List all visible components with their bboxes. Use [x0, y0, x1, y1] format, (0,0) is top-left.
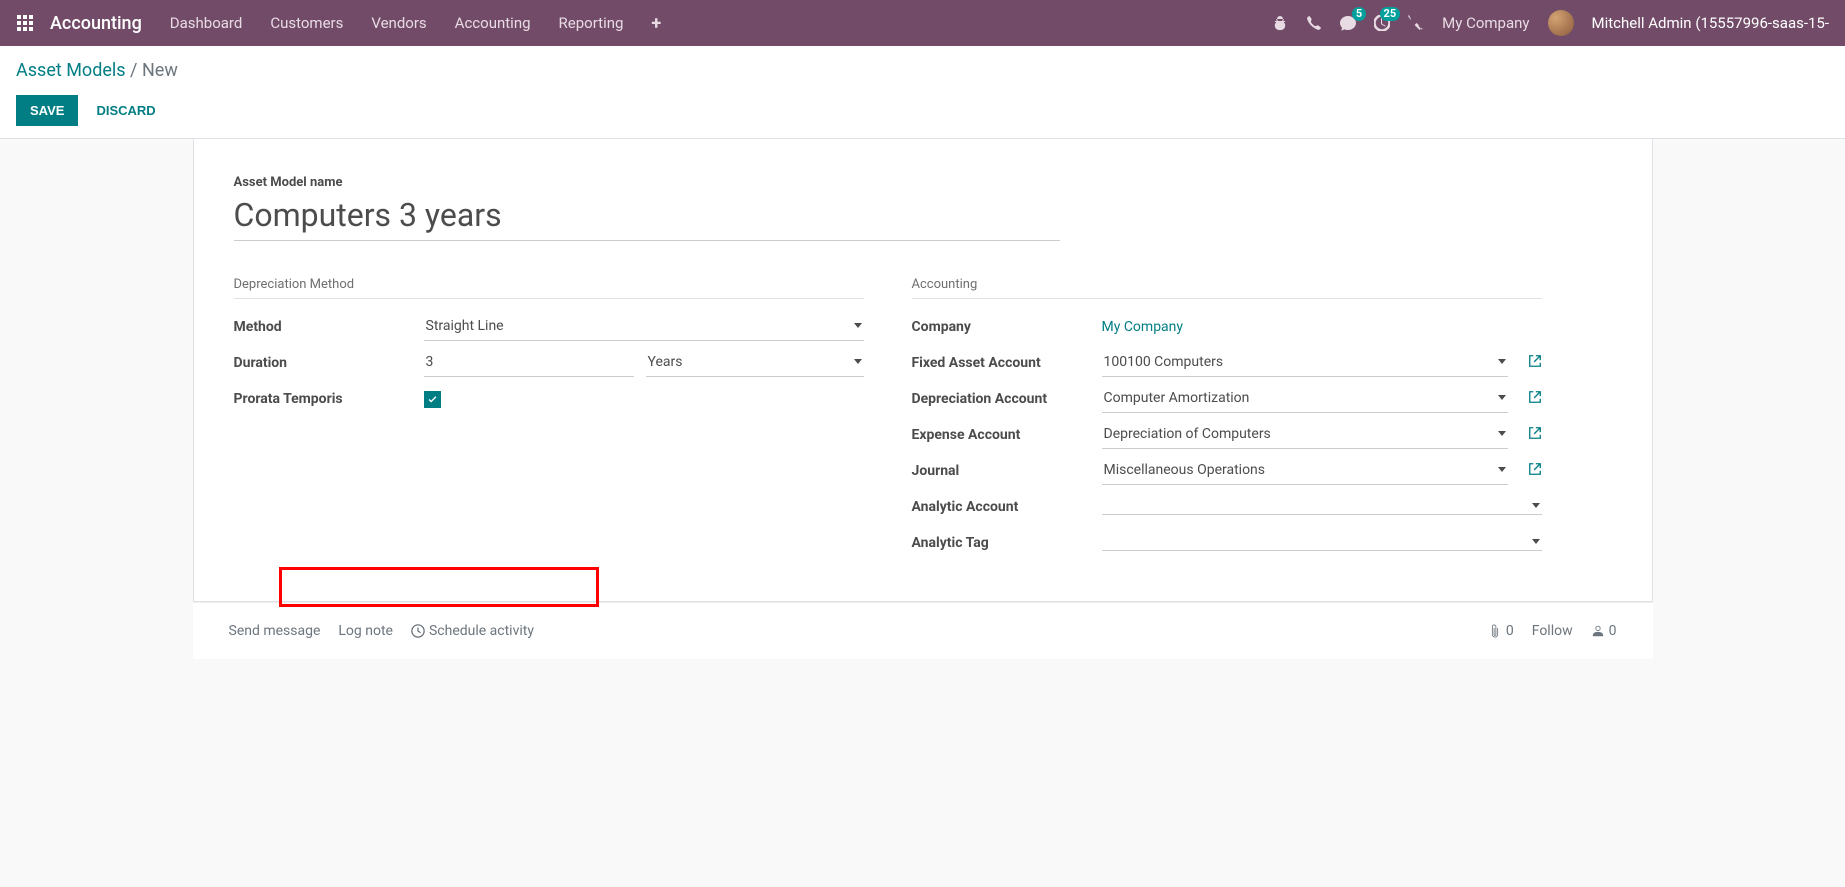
- external-link-icon[interactable]: [1528, 426, 1542, 444]
- avatar[interactable]: [1548, 10, 1574, 36]
- menu-accounting[interactable]: Accounting: [455, 14, 531, 32]
- method-select[interactable]: Straight Line: [424, 314, 864, 341]
- title-label: Asset Model name: [234, 175, 1612, 190]
- depreciation-account-label: Depreciation Account: [912, 391, 1102, 407]
- depreciation-account-select[interactable]: Computer Amortization: [1102, 386, 1508, 413]
- method-label: Method: [234, 319, 424, 335]
- duration-unit-select[interactable]: Years: [646, 350, 864, 377]
- breadcrumb: Asset Models / New: [16, 60, 1829, 81]
- company-label: Company: [912, 319, 1102, 335]
- chevron-down-icon: [854, 323, 862, 328]
- nav-right: 5 25 My Company Mitchell Admin (15557996…: [1272, 10, 1829, 36]
- menu-customers[interactable]: Customers: [270, 14, 343, 32]
- prorata-label: Prorata Temporis: [234, 391, 424, 407]
- chevron-down-icon: [1498, 395, 1506, 400]
- send-message-button[interactable]: Send message: [229, 623, 321, 639]
- menu-vendors[interactable]: Vendors: [371, 14, 426, 32]
- external-link-icon[interactable]: [1528, 390, 1542, 408]
- external-link-icon[interactable]: [1528, 462, 1542, 480]
- fixed-asset-select[interactable]: 100100 Computers: [1102, 350, 1508, 377]
- analytic-account-label: Analytic Account: [912, 499, 1102, 515]
- expense-account-select[interactable]: Depreciation of Computers: [1102, 422, 1508, 449]
- highlight-annotation: [279, 567, 599, 607]
- depreciation-column: Depreciation Method Method Straight Line…: [234, 277, 864, 561]
- chevron-down-icon: [1498, 467, 1506, 472]
- control-panel: Asset Models / New SAVE DISCARD: [0, 46, 1845, 139]
- log-note-button[interactable]: Log note: [338, 623, 393, 639]
- fixed-asset-label: Fixed Asset Account: [912, 355, 1102, 371]
- company-value[interactable]: My Company: [1102, 319, 1184, 335]
- analytic-account-select[interactable]: [1102, 499, 1542, 515]
- chatter: Send message Log note Schedule activity …: [193, 602, 1653, 659]
- accounting-section-title: Accounting: [912, 277, 1542, 299]
- breadcrumb-root[interactable]: Asset Models: [16, 60, 126, 81]
- schedule-activity-button[interactable]: Schedule activity: [411, 623, 534, 639]
- phone-icon[interactable]: [1306, 15, 1322, 31]
- tools-icon[interactable]: [1408, 15, 1424, 31]
- nav-menu: Dashboard Customers Vendors Accounting R…: [170, 13, 661, 34]
- prorata-checkbox[interactable]: [424, 391, 441, 408]
- chevron-down-icon: [854, 359, 862, 364]
- activity-icon[interactable]: 25: [1374, 15, 1390, 31]
- save-button[interactable]: SAVE: [16, 95, 78, 126]
- depreciation-section-title: Depreciation Method: [234, 277, 864, 299]
- journal-select[interactable]: Miscellaneous Operations: [1102, 458, 1508, 485]
- journal-label: Journal: [912, 463, 1102, 479]
- company-selector[interactable]: My Company: [1442, 14, 1529, 32]
- analytic-tag-label: Analytic Tag: [912, 535, 1102, 551]
- activity-badge: 25: [1380, 7, 1401, 21]
- menu-dashboard[interactable]: Dashboard: [170, 14, 243, 32]
- top-nav: Accounting Dashboard Customers Vendors A…: [0, 0, 1845, 46]
- person-icon: [1591, 624, 1605, 638]
- apps-icon[interactable]: [16, 14, 34, 32]
- followers-button[interactable]: 0: [1591, 623, 1617, 639]
- follow-button[interactable]: Follow: [1532, 623, 1573, 639]
- accounting-column: Accounting Company My Company Fixed Asse…: [912, 277, 1542, 561]
- chevron-down-icon: [1532, 503, 1540, 508]
- expense-account-label: Expense Account: [912, 427, 1102, 443]
- attachments-button[interactable]: 0: [1488, 623, 1514, 639]
- paperclip-icon: [1488, 624, 1502, 638]
- user-name[interactable]: Mitchell Admin (15557996-saas-15-: [1592, 14, 1829, 32]
- plus-icon[interactable]: +: [651, 13, 661, 34]
- asset-model-name-input[interactable]: [234, 192, 1061, 241]
- breadcrumb-current: New: [142, 60, 178, 81]
- menu-reporting[interactable]: Reporting: [559, 14, 624, 32]
- clock-icon: [411, 624, 425, 638]
- form-sheet: Asset Model name Depreciation Method Met…: [193, 139, 1653, 602]
- breadcrumb-sep: /: [130, 60, 142, 81]
- external-link-icon[interactable]: [1528, 354, 1542, 372]
- app-brand[interactable]: Accounting: [50, 13, 142, 34]
- discard-button[interactable]: DISCARD: [86, 95, 165, 126]
- chevron-down-icon: [1498, 359, 1506, 364]
- bug-icon[interactable]: [1272, 15, 1288, 31]
- analytic-tag-select[interactable]: [1102, 535, 1542, 551]
- chevron-down-icon: [1498, 431, 1506, 436]
- chevron-down-icon: [1532, 539, 1540, 544]
- duration-number-input[interactable]: [424, 350, 634, 377]
- duration-label: Duration: [234, 355, 424, 371]
- msg-badge: 5: [1352, 7, 1366, 21]
- messages-icon[interactable]: 5: [1340, 15, 1356, 31]
